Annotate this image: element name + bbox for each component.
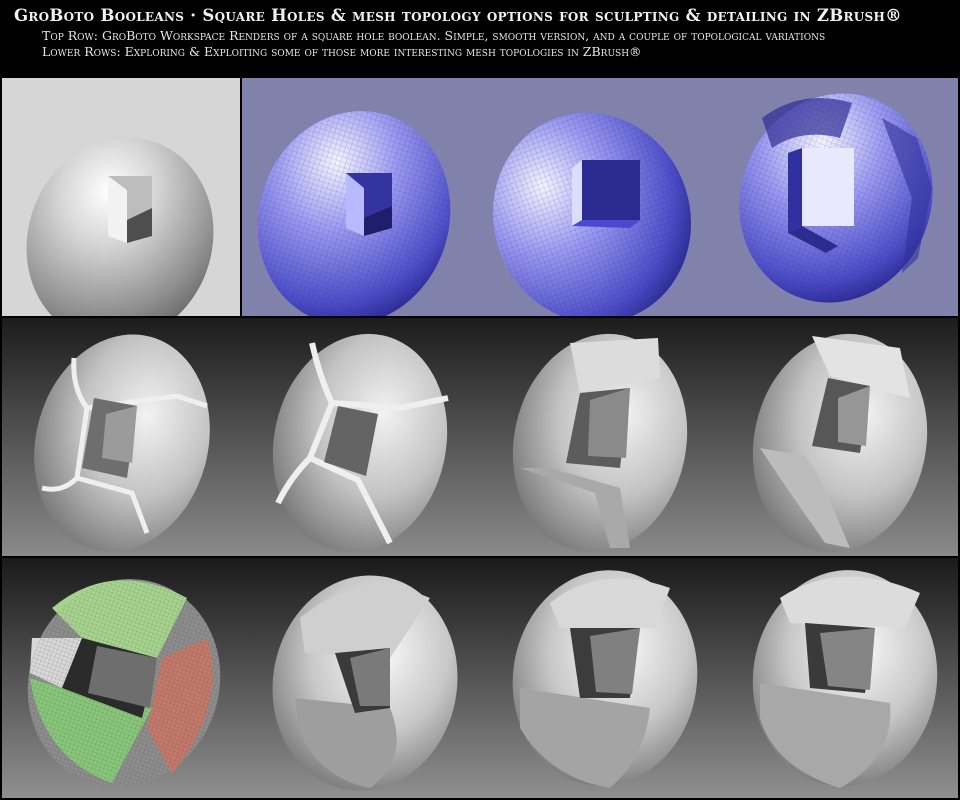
subtitle-lower-rows: Lower Rows: Exploring & Exploiting some …: [42, 44, 642, 59]
render-blue-mesh-row: [242, 78, 958, 316]
blue-mesh-image: [242, 78, 958, 316]
header-banner: GroBoto Booleans · Square Holes & mesh t…: [0, 0, 960, 76]
render-smooth-sphere: [2, 78, 240, 316]
render-split-sculpt-row: [2, 558, 958, 798]
smooth-sphere-image: [2, 78, 240, 316]
split-sculpt-image: [2, 558, 958, 798]
page-title: GroBoto Booleans · Square Holes & mesh t…: [14, 6, 902, 25]
subtitle-top-row: Top Row: GroBoto Workspace Renders of a …: [42, 28, 826, 43]
render-gray-sculpt-row: [2, 318, 958, 556]
gray-sculpt-image: [2, 318, 958, 556]
